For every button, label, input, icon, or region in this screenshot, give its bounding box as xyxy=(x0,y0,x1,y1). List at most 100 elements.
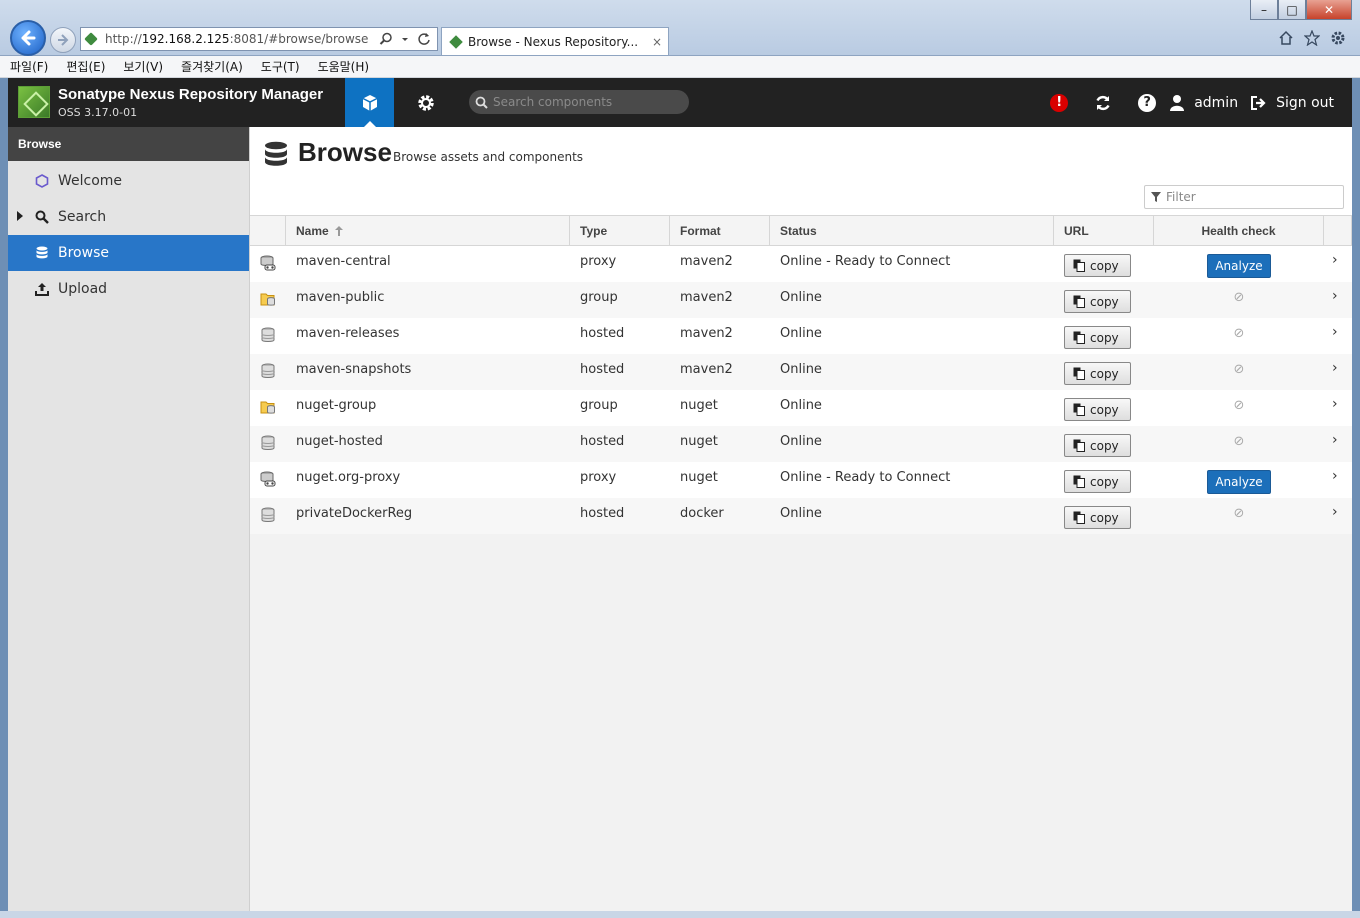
app-header: Sonatype Nexus Repository Manager OSS 3.… xyxy=(8,78,1352,127)
username: admin xyxy=(1194,94,1239,111)
help-button[interactable]: ? xyxy=(1125,93,1169,112)
close-window-button[interactable]: ✕ xyxy=(1306,0,1352,20)
search-icon[interactable] xyxy=(379,32,393,46)
analyze-button[interactable]: Analyze xyxy=(1207,254,1271,278)
refresh-button[interactable] xyxy=(1081,94,1125,112)
sidebar-item-search[interactable]: Search xyxy=(8,199,249,235)
settings-gear-icon[interactable] xyxy=(1330,30,1346,46)
search-components-input[interactable] xyxy=(493,95,673,109)
column-header-url[interactable]: URL xyxy=(1054,216,1154,245)
repository-type: hosted xyxy=(580,434,625,449)
copy-url-button[interactable]: copy xyxy=(1064,398,1131,421)
menu-help[interactable]: 도움말(H) xyxy=(318,58,370,75)
browser-tab[interactable]: Browse - Nexus Repository... × xyxy=(441,27,669,55)
column-header-format[interactable]: Format xyxy=(670,216,770,245)
repository-table-body: maven-central proxy maven2 Online - Ready t… xyxy=(250,246,1352,534)
not-available-icon: ⊘ xyxy=(1233,434,1245,449)
chevron-down-icon[interactable] xyxy=(401,32,409,46)
minimize-button[interactable]: – xyxy=(1250,0,1278,20)
repository-type: hosted xyxy=(580,506,625,521)
repository-format: maven2 xyxy=(680,254,733,269)
menu-view[interactable]: 보기(V) xyxy=(123,58,163,75)
sidebar-item-label: Browse xyxy=(58,245,109,261)
forward-button[interactable] xyxy=(50,27,76,53)
copy-url-button[interactable]: copy xyxy=(1064,254,1131,277)
column-header-health-check[interactable]: Health check xyxy=(1154,216,1324,245)
main-panel: Browse Browse assets and components Name… xyxy=(250,127,1352,911)
expand-arrow-icon[interactable] xyxy=(16,210,24,224)
repository-type-icon xyxy=(250,246,286,282)
repository-format: nuget xyxy=(680,434,718,449)
copy-url-button[interactable]: copy xyxy=(1064,362,1131,385)
back-button[interactable] xyxy=(10,20,46,56)
menu-favorites[interactable]: 즐겨찾기(A) xyxy=(181,58,243,75)
row-drilldown-chevron-icon[interactable]: › xyxy=(1324,426,1352,462)
admin-mode-button[interactable] xyxy=(404,78,448,127)
copy-url-button[interactable]: copy xyxy=(1064,290,1131,313)
health-check-cell: ⊘ xyxy=(1154,282,1324,318)
menu-tools[interactable]: 도구(T) xyxy=(261,58,300,75)
repository-type-icon xyxy=(250,390,286,426)
site-favicon-icon xyxy=(84,32,98,46)
column-label: Type xyxy=(580,223,608,238)
component-search[interactable] xyxy=(469,90,689,114)
row-drilldown-chevron-icon[interactable]: › xyxy=(1324,354,1352,390)
not-available-icon: ⊘ xyxy=(1233,506,1245,521)
address-bar[interactable]: http://192.168.2.125:8081/#browse/browse xyxy=(80,27,438,51)
menu-file[interactable]: 파일(F) xyxy=(10,58,48,75)
tab-close-button[interactable]: × xyxy=(652,35,662,49)
sidebar-item-browse[interactable]: Browse xyxy=(8,235,249,271)
copy-icon xyxy=(1073,367,1085,380)
url-cell: copy xyxy=(1054,426,1154,462)
column-header-status[interactable]: Status xyxy=(770,216,1054,245)
home-icon[interactable] xyxy=(1278,30,1294,46)
table-row[interactable]: maven-public group maven2 Online copy ⊘ › xyxy=(250,282,1352,318)
product-version: OSS 3.17.0-01 xyxy=(58,106,138,119)
repository-type: hosted xyxy=(580,362,625,377)
sidebar-item-upload[interactable]: Upload xyxy=(8,271,249,307)
row-drilldown-chevron-icon[interactable]: › xyxy=(1324,390,1352,426)
table-row[interactable]: maven-snapshots hosted maven2 Online copy ⊘ › xyxy=(250,354,1352,390)
column-header-type[interactable]: Type xyxy=(570,216,670,245)
copy-url-button[interactable]: copy xyxy=(1064,326,1131,349)
table-row[interactable]: maven-central proxy maven2 Online - Ready t… xyxy=(250,246,1352,282)
table-row[interactable]: nuget.org-proxy proxy nuget Online - Ready … xyxy=(250,462,1352,498)
table-header: Name Type Format Status URL Health check xyxy=(250,215,1352,246)
table-row[interactable]: nuget-group group nuget Online copy ⊘ › xyxy=(250,390,1352,426)
nexus-logo-icon[interactable] xyxy=(18,86,50,118)
sidebar-item-label: Search xyxy=(58,209,107,225)
copy-icon xyxy=(1073,511,1085,524)
row-drilldown-chevron-icon[interactable]: › xyxy=(1324,282,1352,318)
repository-name: privateDockerReg xyxy=(296,506,413,521)
table-row[interactable]: maven-releases hosted maven2 Online copy ⊘ › xyxy=(250,318,1352,354)
row-drilldown-chevron-icon[interactable]: › xyxy=(1324,318,1352,354)
row-drilldown-chevron-icon[interactable]: › xyxy=(1324,462,1352,498)
maximize-button[interactable]: □ xyxy=(1278,0,1306,20)
sidebar-item-welcome[interactable]: Welcome xyxy=(8,163,249,199)
arrow-left-icon xyxy=(21,30,36,46)
copy-url-button[interactable]: copy xyxy=(1064,506,1131,529)
filter-input[interactable] xyxy=(1166,190,1336,204)
window-controls: – □ ✕ xyxy=(1250,0,1352,20)
table-row[interactable]: nuget-hosted hosted nuget Online copy ⊘ › xyxy=(250,426,1352,462)
browser-status-bar xyxy=(0,911,1360,918)
repository-status: Online - Ready to Connect xyxy=(780,470,951,485)
repository-format: maven2 xyxy=(680,326,733,341)
copy-url-button[interactable]: copy xyxy=(1064,434,1131,457)
repository-status: Online xyxy=(780,326,822,341)
refresh-icon[interactable] xyxy=(417,32,431,46)
favorites-star-icon[interactable] xyxy=(1304,30,1320,46)
browse-mode-button[interactable] xyxy=(345,78,394,127)
filter-box[interactable] xyxy=(1144,185,1344,209)
menu-edit[interactable]: 편집(E) xyxy=(66,58,105,75)
table-row[interactable]: privateDockerReg hosted docker Online copy ⊘ › xyxy=(250,498,1352,534)
row-drilldown-chevron-icon[interactable]: › xyxy=(1324,498,1352,534)
help-icon: ? xyxy=(1138,93,1157,112)
row-drilldown-chevron-icon[interactable]: › xyxy=(1324,246,1352,282)
system-alert-button[interactable]: ! xyxy=(1037,93,1081,112)
analyze-button[interactable]: Analyze xyxy=(1207,470,1271,494)
copy-url-button[interactable]: copy xyxy=(1064,470,1131,493)
user-menu[interactable]: admin xyxy=(1169,94,1238,112)
column-header-name[interactable]: Name xyxy=(286,216,570,245)
sign-out-button[interactable]: Sign out xyxy=(1250,95,1334,111)
